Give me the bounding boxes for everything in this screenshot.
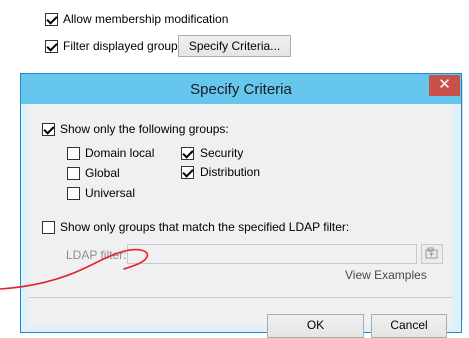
red-annotation-stroke [0, 248, 149, 290]
